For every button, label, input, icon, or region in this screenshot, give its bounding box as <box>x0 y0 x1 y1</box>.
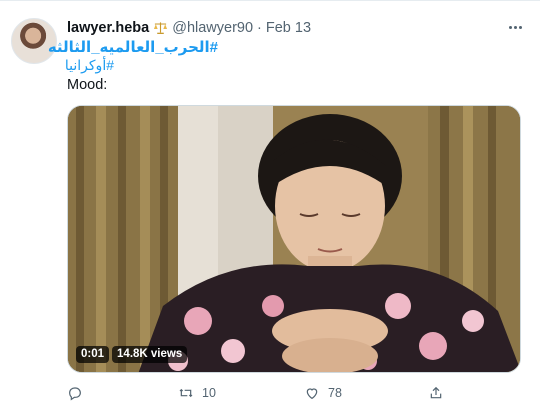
display-name[interactable]: lawyer.heba <box>67 20 149 36</box>
video-frame <box>68 106 520 372</box>
like-count: 78 <box>328 386 342 400</box>
video-views: 14.8K views <box>112 346 188 363</box>
retweet-button[interactable]: 10 <box>178 385 216 401</box>
tweet-header: lawyer.heba @hlawyer90 · Feb 13 <box>67 19 500 37</box>
retweet-icon <box>179 388 193 398</box>
video-duration: 0:01 <box>76 346 110 363</box>
reply-button[interactable] <box>67 385 91 401</box>
separator-dot: · <box>257 20 262 36</box>
hashtag-link-ukraine[interactable]: #أوكرانيا <box>65 57 114 74</box>
more-options-icon[interactable] <box>504 16 526 38</box>
user-handle[interactable]: @hlawyer90 <box>172 20 253 36</box>
retweet-count: 10 <box>202 386 216 400</box>
tweet-actions: 10 78 <box>67 385 521 405</box>
hashtag-link-world-war[interactable]: #الحرب_العالميه_الثالثه <box>48 38 218 56</box>
video-badges: 0:01 14.8K views <box>76 346 188 363</box>
scales-of-justice-icon <box>154 22 168 34</box>
share-icon <box>430 386 442 399</box>
video-player[interactable] <box>67 105 521 373</box>
tweet-text: Mood: <box>67 77 108 93</box>
tweet-date[interactable]: Feb 13 <box>266 20 311 36</box>
heart-icon <box>306 388 318 400</box>
like-button[interactable]: 78 <box>304 385 342 401</box>
reply-icon <box>69 387 81 401</box>
share-button[interactable] <box>428 385 444 401</box>
tweet-card[interactable]: lawyer.heba @hlawyer90 · Feb 13 #الحرب_ا… <box>0 0 540 406</box>
